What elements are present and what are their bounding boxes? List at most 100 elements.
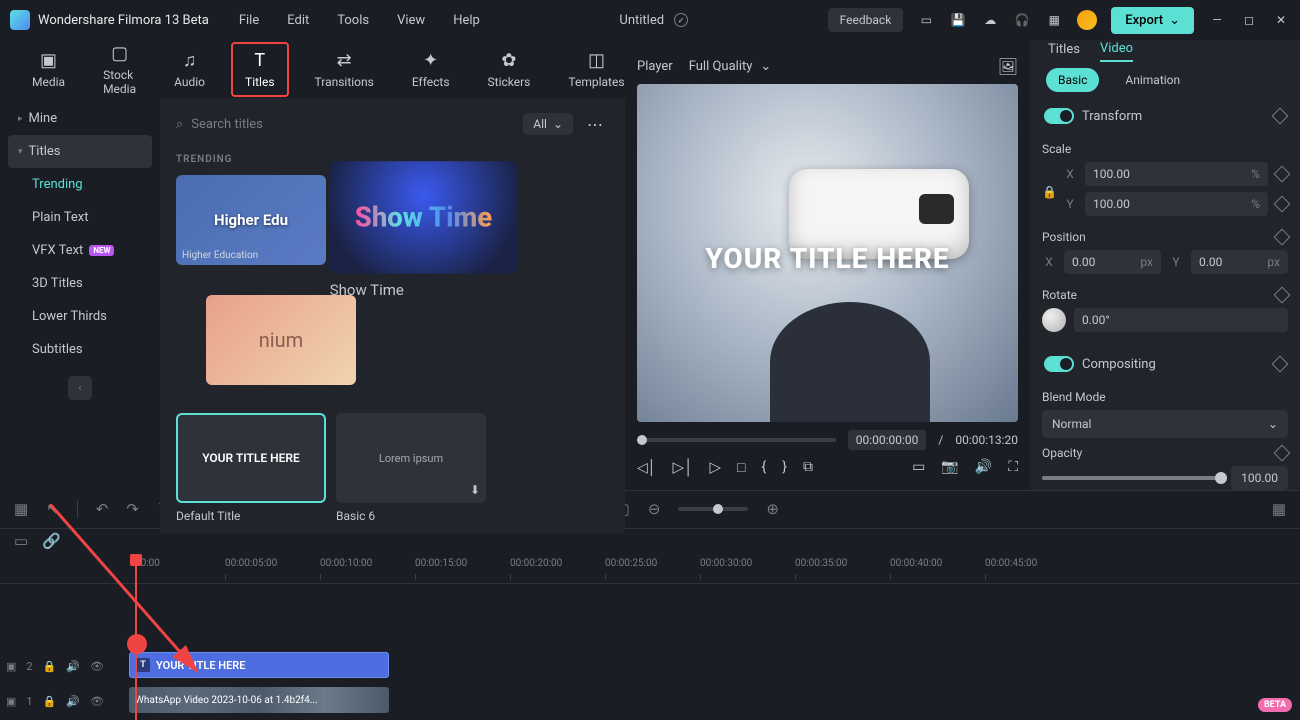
keyframe-icon[interactable] [1274,229,1291,246]
download-icon[interactable]: ⬇ [470,483,480,497]
slider-handle[interactable] [1215,472,1227,484]
crop-icon[interactable]: ⧉ [803,459,813,475]
sidebar-plaintext[interactable]: Plain Text [8,201,152,234]
scale-y-input[interactable]: 100.00% [1085,192,1268,216]
link-icon[interactable]: 🔗 [42,532,61,550]
pos-y-input[interactable]: 0.00px [1191,250,1288,274]
camera-icon[interactable]: 📷 [941,459,958,475]
grid-view-icon[interactable]: ▦ [1272,500,1286,518]
compositing-toggle[interactable] [1044,356,1074,372]
scrub-handle[interactable] [637,435,647,445]
tab-transitions[interactable]: ⇄Transitions [303,44,386,95]
time-ruler[interactable]: 00:00 00:00:05:00 00:00:10:00 00:00:15:0… [0,554,1300,584]
minimize-icon[interactable]: — [1208,11,1226,29]
collapse-sidebar-icon[interactable]: ‹ [68,376,92,400]
sidebar-mine[interactable]: Mine [8,102,152,135]
tab-stickers[interactable]: ✿Stickers [476,44,543,95]
scrub-bar[interactable] [637,438,836,442]
rotate-input[interactable]: 0.00° [1074,308,1288,332]
visibility-icon[interactable]: 👁 [90,660,104,673]
play-prev-icon[interactable]: ▷│ [673,458,694,476]
redo-icon[interactable]: ↷ [126,500,139,518]
headphones-icon[interactable]: 🎧 [1013,11,1031,29]
zoom-in-icon[interactable]: ⊕ [766,500,779,518]
layout-icon[interactable]: ▦ [14,500,28,518]
opacity-value[interactable]: 100.00 [1231,466,1288,490]
mark-out-icon[interactable]: } [782,459,787,475]
sidebar-vfxtext[interactable]: VFX TextNEW [8,234,152,267]
keyframe-icon[interactable] [1274,166,1291,183]
menu-tools[interactable]: Tools [337,13,369,28]
scale-x-input[interactable]: 100.00% [1085,162,1268,186]
display-icon[interactable]: ▭ [912,459,925,475]
playhead[interactable] [135,554,137,720]
timeline-tracks[interactable]: 00:00 00:00:05:00 00:00:10:00 00:00:15:0… [0,554,1300,720]
menu-view[interactable]: View [397,13,425,28]
screen-icon[interactable]: ▭ [917,11,935,29]
subtab-animation[interactable]: Animation [1113,68,1192,92]
keyframe-icon[interactable] [1272,356,1289,373]
cursor-icon[interactable]: ↖ [46,500,59,518]
play-icon[interactable]: ▷ [709,458,721,476]
mark-in-icon[interactable]: { [761,459,766,475]
track-head-2[interactable]: ▣2 🔒 🔊 👁 [0,660,120,673]
title-card-nium[interactable] [206,295,356,385]
sidebar-subtitles[interactable]: Subtitles [8,333,152,366]
user-avatar[interactable] [1077,10,1097,30]
title-card-basic6[interactable]: Lorem ipsum⬇ Basic 6 [336,413,486,523]
undo-icon[interactable]: ↶ [96,500,109,518]
fullscreen-icon[interactable]: ⛶ [1008,459,1018,475]
stop-icon[interactable]: □ [737,459,745,476]
title-card-default[interactable]: YOUR TITLE HERE Default Title [176,413,326,523]
cloud-icon[interactable]: ☁ [981,11,999,29]
title-card-education[interactable]: Higher Education [176,175,326,285]
tab-effects[interactable]: ✦Effects [400,44,462,95]
keyframe-icon[interactable] [1274,196,1291,213]
feedback-button[interactable]: Feedback [828,8,904,32]
export-button[interactable]: Export⌄ [1111,7,1194,34]
search-input[interactable]: ⌕Search titles [176,117,515,132]
subtab-basic[interactable]: Basic [1046,68,1099,92]
video-preview[interactable]: YOUR TITLE HERE [637,84,1018,422]
opacity-slider[interactable] [1042,476,1221,480]
quality-dropdown[interactable]: Full Quality⌄ [689,59,772,74]
keyframe-icon[interactable] [1274,287,1291,304]
zoom-out-icon[interactable]: ⊖ [648,500,661,518]
sidebar-trending[interactable]: Trending [8,168,152,201]
close-icon[interactable]: ✕ [1272,11,1290,29]
pos-x-input[interactable]: 0.00px [1064,250,1161,274]
zoom-slider[interactable] [678,507,748,511]
inspector-tab-titles[interactable]: Titles [1048,42,1080,61]
save-icon[interactable]: 💾 [949,11,967,29]
tab-stock[interactable]: ▢Stock Media [91,37,148,102]
grid-icon[interactable]: ▦ [1045,11,1063,29]
video-clip[interactable]: WhatsApp Video 2023-10-06 at 1.4b2f4... [129,687,389,713]
title-clip[interactable]: TYOUR TITLE HERE [129,652,389,678]
lock-aspect-icon[interactable]: 🔒 [1042,185,1057,199]
menu-file[interactable]: File [239,13,259,28]
prev-frame-icon[interactable]: ◁│ [637,459,657,476]
sidebar-3dtitles[interactable]: 3D Titles [8,267,152,300]
sidebar-titles[interactable]: Titles [8,135,152,168]
rotate-knob[interactable] [1042,308,1066,332]
tab-audio[interactable]: ♫Audio [162,44,217,95]
transform-toggle[interactable] [1044,108,1074,124]
volume-icon[interactable]: 🔊 [975,459,992,475]
filter-dropdown[interactable]: All⌄ [523,113,573,135]
title-card-showtime[interactable]: Show Time [330,161,518,299]
maximize-icon[interactable]: ◻ [1240,11,1258,29]
keyframe-icon[interactable] [1274,445,1291,462]
tab-media[interactable]: ▣Media [20,44,77,95]
blend-mode-dropdown[interactable]: Normal⌄ [1042,410,1288,438]
marker-ball[interactable] [127,634,147,654]
tab-titles[interactable]: TTitles [231,42,288,97]
more-options-icon[interactable]: ⋯ [581,115,609,134]
visibility-icon[interactable]: 👁 [90,695,104,708]
inspector-tab-video[interactable]: Video [1100,41,1133,62]
mute-icon[interactable]: 🔊 [66,695,80,708]
menu-help[interactable]: Help [453,13,480,28]
track-layout-icon[interactable]: ▭ [14,532,28,550]
lock-icon[interactable]: 🔒 [43,660,57,673]
mute-icon[interactable]: 🔊 [66,660,80,673]
snapshot-icon[interactable]: 🖼 [998,57,1018,76]
